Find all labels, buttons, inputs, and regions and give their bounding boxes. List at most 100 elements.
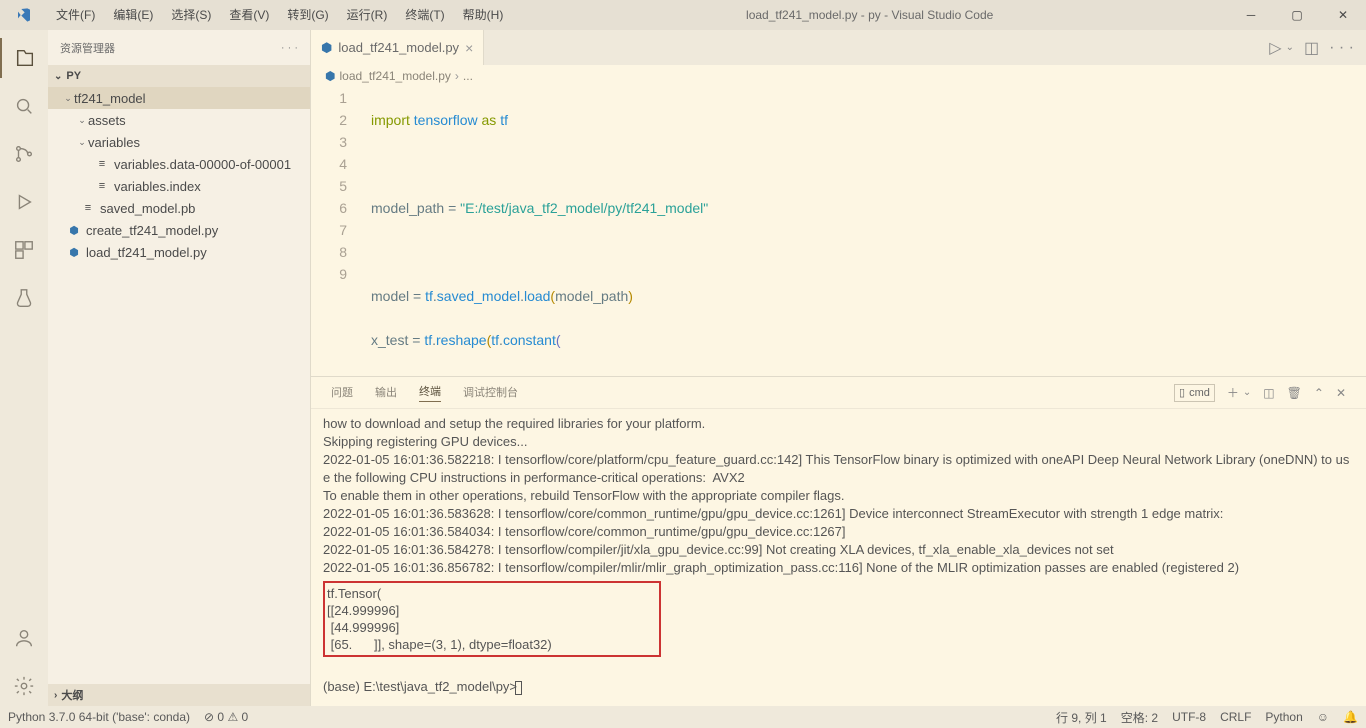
accounts-icon[interactable]	[0, 618, 48, 658]
chevron-right-icon: ›	[455, 69, 459, 83]
tree-label: saved_model.pb	[100, 201, 195, 216]
run-file-icon[interactable]: ▷	[1269, 38, 1281, 58]
code-content[interactable]: import tensorflow as tf model_path = "E:…	[361, 87, 1366, 376]
tree-label: assets	[88, 113, 126, 128]
status-bar: Python 3.7.0 64-bit ('base': conda) ⊘ 0 …	[0, 706, 1366, 728]
titlebar: 文件(F) 编辑(E) 选择(S) 查看(V) 转到(G) 运行(R) 终端(T…	[0, 0, 1366, 30]
tree-label: create_tf241_model.py	[86, 223, 218, 238]
tree-label: load_tf241_model.py	[86, 245, 207, 260]
window-title: load_tf241_model.py - py - Visual Studio…	[511, 8, 1228, 22]
menu-go[interactable]: 转到(G)	[279, 0, 336, 30]
status-feedback-icon[interactable]: ☺	[1317, 710, 1329, 724]
extensions-icon[interactable]	[0, 230, 48, 270]
tree-label: variables.index	[114, 179, 201, 194]
tree-file-variables-data[interactable]: ≡ variables.data-00000-of-00001	[48, 153, 310, 175]
new-terminal-icon[interactable]: ＋	[1227, 384, 1239, 401]
folder-root-header[interactable]: ⌄ PY	[48, 65, 310, 87]
file-icon: ≡	[80, 202, 96, 214]
line-gutter: 123456789	[311, 87, 361, 376]
code-editor[interactable]: 123456789 import tensorflow as tf model_…	[311, 87, 1366, 376]
terminal-tensor-output: tf.Tensor( [[24.999996] [44.999996] [65.…	[327, 585, 657, 653]
tree-label: tf241_model	[74, 91, 146, 106]
python-file-icon: ⬢	[325, 69, 335, 83]
tree-label: variables	[88, 135, 140, 150]
file-icon: ≡	[94, 158, 110, 170]
menu-edit[interactable]: 编辑(E)	[105, 0, 161, 30]
explorer-icon[interactable]	[0, 38, 48, 78]
settings-icon[interactable]	[0, 666, 48, 706]
split-editor-icon[interactable]: ◫	[1304, 38, 1319, 58]
breadcrumb-rest: ...	[463, 69, 473, 83]
tab-label: load_tf241_model.py	[338, 40, 459, 55]
search-icon[interactable]	[0, 86, 48, 126]
status-cursor-position[interactable]: 行 9, 列 1	[1056, 709, 1107, 726]
vscode-logo-icon	[0, 7, 48, 23]
tree-folder-tf241-model[interactable]: ⌄tf241_model	[48, 87, 310, 109]
status-language[interactable]: Python	[1265, 710, 1302, 724]
terminal-shell-selector[interactable]: ▯ cmd	[1174, 384, 1215, 402]
terminal-output-text: how to download and setup the required l…	[323, 416, 1349, 575]
source-control-icon[interactable]	[0, 134, 48, 174]
breadcrumb[interactable]: ⬢ load_tf241_model.py › ...	[311, 65, 1366, 87]
terminal-content[interactable]: how to download and setup the required l…	[311, 409, 1366, 706]
panel-tab-problems[interactable]: 问题	[331, 384, 353, 402]
menu-help[interactable]: 帮助(H)	[455, 0, 512, 30]
close-window-button[interactable]: ✕	[1320, 0, 1366, 30]
tree-file-saved-model[interactable]: ≡ saved_model.pb	[48, 197, 310, 219]
outline-label: 大纲	[61, 687, 83, 703]
menu-selection[interactable]: 选择(S)	[163, 0, 219, 30]
outline-section-header[interactable]: › 大纲	[48, 684, 310, 706]
breadcrumb-file: load_tf241_model.py	[339, 69, 450, 83]
menu-terminal[interactable]: 终端(T)	[397, 0, 452, 30]
menu-bar: 文件(F) 编辑(E) 选择(S) 查看(V) 转到(G) 运行(R) 终端(T…	[48, 0, 511, 30]
minimize-button[interactable]: ─	[1228, 0, 1274, 30]
panel-tab-terminal[interactable]: 终端	[419, 383, 441, 402]
editor-area: ⬢ load_tf241_model.py × ▷ ⌄ ◫ · · · ⬢ lo…	[311, 30, 1366, 706]
run-debug-icon[interactable]	[0, 182, 48, 222]
panel-maximize-icon[interactable]: ⌃	[1314, 386, 1324, 400]
panel-tab-output[interactable]: 输出	[375, 384, 397, 402]
terminal-dropdown-icon[interactable]: ⌄	[1243, 387, 1251, 398]
activity-bar	[0, 30, 48, 706]
explorer-more-icon[interactable]: · · ·	[281, 42, 298, 54]
tab-load-model[interactable]: ⬢ load_tf241_model.py ×	[311, 30, 484, 65]
status-indentation[interactable]: 空格: 2	[1121, 709, 1158, 726]
chevron-down-icon: ⌄	[54, 71, 62, 82]
file-tree: ⌄tf241_model ⌄assets ⌄variables ≡ variabl…	[48, 87, 310, 684]
status-eol[interactable]: CRLF	[1220, 710, 1251, 724]
kill-terminal-icon[interactable]: 🗑	[1287, 386, 1302, 400]
status-problems[interactable]: ⊘ 0 ⚠ 0	[204, 710, 248, 724]
editor-tabs: ⬢ load_tf241_model.py × ▷ ⌄ ◫ · · ·	[311, 30, 1366, 65]
tree-folder-variables[interactable]: ⌄variables	[48, 131, 310, 153]
menu-file[interactable]: 文件(F)	[48, 0, 103, 30]
file-icon: ≡	[94, 180, 110, 192]
status-notifications-icon[interactable]: 🔔	[1343, 710, 1358, 724]
tree-file-create-model[interactable]: ⬢ create_tf241_model.py	[48, 219, 310, 241]
run-dropdown-icon[interactable]: ⌄	[1286, 42, 1294, 53]
bottom-panel: 问题 输出 终端 调试控制台 ▯ cmd ＋ ⌄ ◫ 🗑 ⌃ ✕ how to …	[311, 376, 1366, 706]
panel-close-icon[interactable]: ✕	[1336, 386, 1346, 400]
status-encoding[interactable]: UTF-8	[1172, 710, 1206, 724]
editor-more-icon[interactable]: · · ·	[1329, 39, 1354, 57]
menu-view[interactable]: 查看(V)	[221, 0, 277, 30]
explorer-title: 资源管理器	[60, 40, 115, 56]
menu-run[interactable]: 运行(R)	[339, 0, 396, 30]
panel-tabs: 问题 输出 终端 调试控制台 ▯ cmd ＋ ⌄ ◫ 🗑 ⌃ ✕	[311, 377, 1366, 409]
status-python-interpreter[interactable]: Python 3.7.0 64-bit ('base': conda)	[8, 710, 190, 724]
maximize-button[interactable]: ▢	[1274, 0, 1320, 30]
panel-tab-debug-console[interactable]: 调试控制台	[463, 384, 518, 402]
explorer-sidebar: 资源管理器 · · · ⌄ PY ⌄tf241_model ⌄assets ⌄v…	[48, 30, 311, 706]
python-file-icon: ⬢	[66, 224, 82, 237]
tree-file-load-model[interactable]: ⬢load_tf241_model.py	[48, 241, 310, 263]
python-file-icon: ⬢	[321, 40, 332, 56]
split-terminal-icon[interactable]: ◫	[1263, 386, 1274, 400]
terminal-highlight-box: tf.Tensor( [[24.999996] [44.999996] [65.…	[323, 581, 661, 657]
terminal-prompt: (base) E:\test\java_tf2_model\py>	[323, 679, 517, 694]
chevron-right-icon: ›	[54, 690, 57, 701]
tree-file-variables-index[interactable]: ≡ variables.index	[48, 175, 310, 197]
testing-icon[interactable]	[0, 278, 48, 318]
root-folder-label: PY	[66, 70, 81, 82]
tree-folder-assets[interactable]: ⌄assets	[48, 109, 310, 131]
close-tab-icon[interactable]: ×	[465, 40, 473, 56]
tree-label: variables.data-00000-of-00001	[114, 157, 291, 172]
